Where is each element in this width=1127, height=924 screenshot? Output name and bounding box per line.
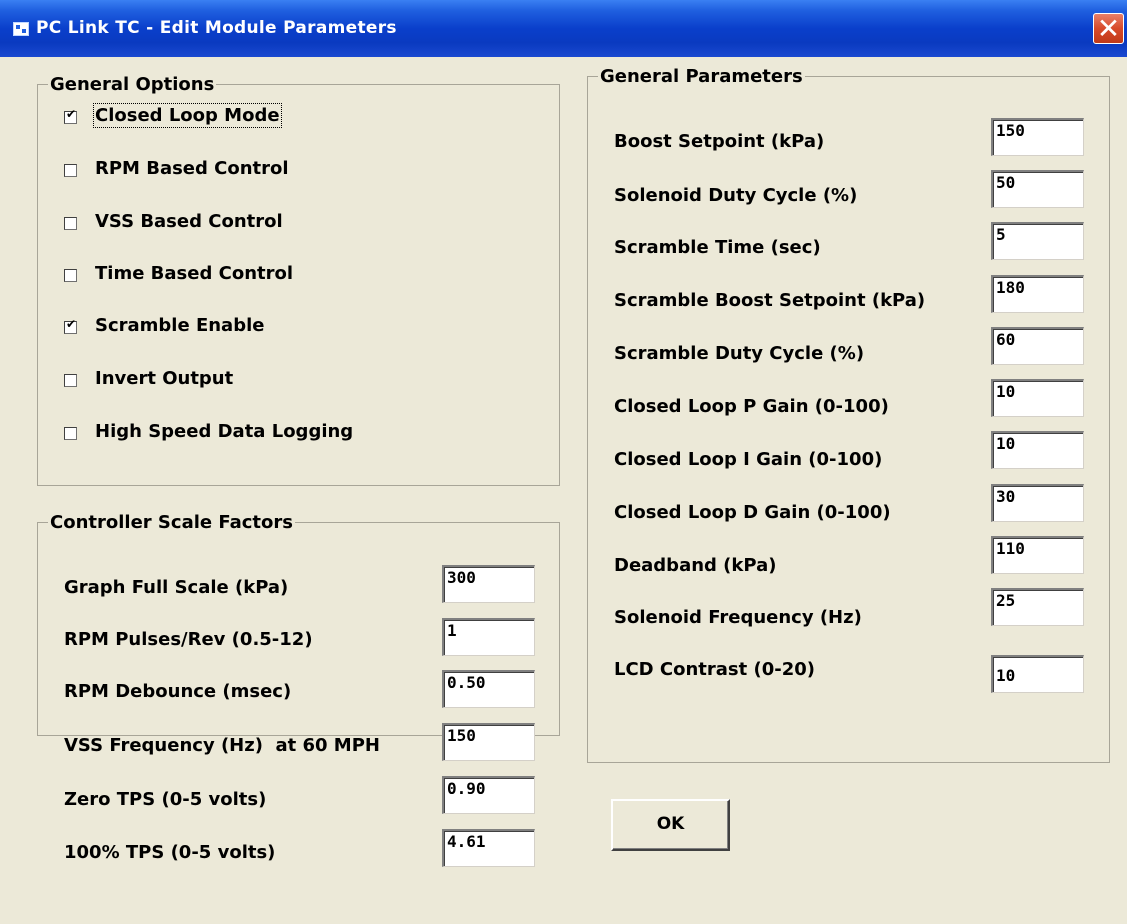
graph-full-scale-label: Graph Full Scale (kPa): [64, 577, 289, 598]
checkbox-box[interactable]: [64, 374, 77, 387]
vss-frequency-field[interactable]: 150: [442, 723, 535, 761]
close-button[interactable]: ✕: [1093, 13, 1124, 44]
solenoid-duty-cycle-label: Solenoid Duty Cycle (%): [614, 185, 858, 206]
general-parameters-title: General Parameters: [600, 66, 803, 87]
solenoid-duty-cycle-field[interactable]: 50: [991, 170, 1084, 208]
rpm-debounce-label: RPM Debounce (msec): [64, 681, 292, 702]
solenoid-frequency-label: Solenoid Frequency (Hz): [614, 607, 862, 628]
controller-scale-factors-title: Controller Scale Factors: [50, 512, 293, 533]
checkbox-box[interactable]: [64, 317, 77, 334]
graph-full-scale-field[interactable]: 300: [442, 565, 535, 603]
general-options-title: General Options: [50, 74, 215, 95]
lcd-contrast-field[interactable]: 10: [991, 655, 1084, 693]
checkbox-label: RPM Based Control: [95, 158, 289, 179]
checkbox-box[interactable]: [64, 269, 77, 282]
full-tps-field[interactable]: 4.61: [442, 829, 535, 867]
scramble-boost-setpoint-field[interactable]: 180: [991, 275, 1084, 313]
close-icon: ✕: [1096, 12, 1121, 45]
closed-loop-i-gain-label: Closed Loop I Gain (0-100): [614, 449, 883, 470]
solenoid-frequency-field[interactable]: 25: [991, 588, 1084, 626]
vss-frequency-label: VSS Frequency (Hz) at 60 MPH: [64, 735, 380, 756]
deadband-field[interactable]: 110: [991, 536, 1084, 574]
scramble-duty-cycle-field[interactable]: 60: [991, 327, 1084, 365]
checkbox-label: Scramble Enable: [95, 315, 265, 336]
scramble-duty-cycle-label: Scramble Duty Cycle (%): [614, 343, 865, 364]
ok-button[interactable]: OK: [611, 799, 730, 851]
closed-loop-i-gain-field[interactable]: 10: [991, 431, 1084, 469]
rpm-debounce-field[interactable]: 0.50: [442, 670, 535, 708]
rpm-pulses-per-rev-field[interactable]: 1: [442, 618, 535, 656]
checkbox-label: Invert Output: [95, 368, 234, 389]
zero-tps-field[interactable]: 0.90: [442, 776, 535, 814]
checkbox-label: Closed Loop Mode: [93, 103, 282, 128]
lcd-contrast-label: LCD Contrast (0-20): [614, 659, 815, 680]
closed-loop-p-gain-field[interactable]: 10: [991, 379, 1084, 417]
app-icon[interactable]: [13, 22, 29, 36]
scramble-time-label: Scramble Time (sec): [614, 237, 821, 258]
full-tps-label: 100% TPS (0-5 volts): [64, 842, 276, 863]
scramble-boost-setpoint-label: Scramble Boost Setpoint (kPa): [614, 290, 926, 311]
window-title: PC Link TC - Edit Module Parameters: [36, 18, 397, 38]
scramble-time-field[interactable]: 5: [991, 222, 1084, 260]
closed-loop-d-gain-label: Closed Loop D Gain (0-100): [614, 502, 891, 523]
boost-setpoint-label: Boost Setpoint (kPa): [614, 131, 825, 152]
checkbox-box[interactable]: [64, 164, 77, 177]
title-bar[interactable]: PC Link TC - Edit Module Parameters ✕: [0, 0, 1127, 57]
zero-tps-label: Zero TPS (0-5 volts): [64, 789, 267, 810]
checkbox-label: VSS Based Control: [95, 211, 283, 232]
boost-setpoint-field[interactable]: 150: [991, 118, 1084, 156]
closed-loop-d-gain-field[interactable]: 30: [991, 484, 1084, 522]
checkbox-label: Time Based Control: [95, 263, 294, 284]
rpm-pulses-per-rev-label: RPM Pulses/Rev (0.5-12): [64, 629, 313, 650]
checkbox-box[interactable]: [64, 217, 77, 230]
deadband-label: Deadband (kPa): [614, 555, 777, 576]
closed-loop-p-gain-label: Closed Loop P Gain (0-100): [614, 396, 889, 417]
checkbox-box[interactable]: [64, 107, 77, 124]
checkbox-label: High Speed Data Logging: [95, 421, 354, 442]
checkbox-box[interactable]: [64, 427, 77, 440]
